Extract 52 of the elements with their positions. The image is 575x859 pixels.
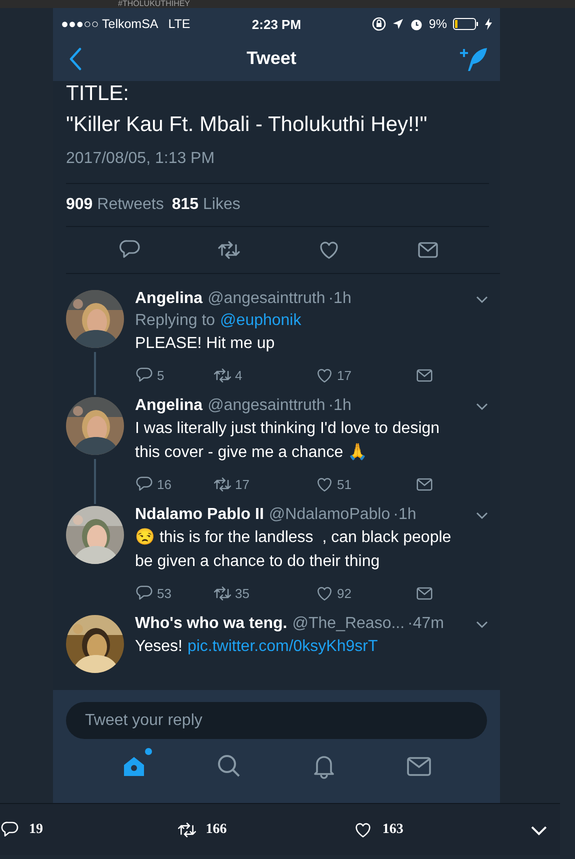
like-stat[interactable]: 815 Likes [172,196,240,214]
user-handle[interactable]: @The_Reaso... [292,615,405,633]
reply-count: 16 [157,477,172,492]
battery-percent-text: 9% [428,17,447,31]
tweet-text: TITLE: "Killer Kau Ft. Mbali - Tholukuthi Hey!!" [66,81,428,138]
mention-link[interactable]: @euphonik [220,312,302,329]
like-count: 163 [382,822,404,838]
network-text: LTE [168,17,190,31]
location-arrow-icon [392,18,404,30]
battery-icon [452,18,479,30]
screen-title: Tweet [246,48,296,69]
media-link[interactable]: pic.twitter.com/0ksyKh9srT [187,638,378,655]
reply-text: 😒 this is for the landless , can black people be given a chance to do their thing [135,529,452,570]
like-count: 51 [337,477,352,492]
time-text: ·1h [328,397,352,415]
user-name[interactable]: Angelina [135,397,203,415]
charging-bolt-icon [484,18,492,30]
search-icon[interactable] [216,753,242,779]
time-text: ·1h [393,506,416,524]
reply-text: PLEASE! Hit me up [135,335,275,352]
user-name[interactable]: Who's who wa teng. [135,615,288,633]
replying-to-text: Replying to [135,312,216,329]
reply-count: 19 [29,822,43,838]
reply-input-field[interactable]: Tweet your reply [66,702,487,739]
carrier-text: ●●●○○ TelkomSA [61,17,158,31]
rotation-lock-icon [372,17,386,31]
user-handle[interactable]: @angesainttruth [208,397,326,415]
reply-count: 5 [157,368,164,383]
compose-quill-icon[interactable] [460,46,488,72]
retweet-count: 35 [235,586,250,601]
hashtag-text: #THOLUKUTHIHEY [118,0,192,8]
reply-icon[interactable] [0,820,20,840]
like-count: 17 [337,368,352,383]
reply-count: 53 [157,586,172,601]
user-handle[interactable]: @NdalamoPablo [268,506,390,524]
clock-text: 2:23 PM [252,16,302,32]
back-chevron-icon[interactable] [69,46,83,70]
retweet-count: 166 [206,822,227,838]
time-text: ·1h [328,290,352,308]
reply-text: Yeses! [135,638,182,655]
user-handle[interactable]: @angesainttruth [208,290,326,308]
retweet-icon[interactable] [176,820,197,840]
retweet-stat[interactable]: 909 Retweets [66,196,164,214]
alarm-clock-icon [410,18,423,30]
user-name[interactable]: Ndalamo Pablo II [135,506,264,524]
reply-text: I was literally just thinking I'd love to design this cover - give me a chance 🙏 [135,420,441,461]
like-count: 92 [337,586,352,601]
timestamp-text: 2017/08/05, 1:13 PM [66,150,489,184]
time-text: ·47m [408,615,444,633]
retweet-count: 4 [235,368,242,383]
retweet-count: 17 [235,477,250,492]
user-name[interactable]: Angelina [135,290,203,308]
